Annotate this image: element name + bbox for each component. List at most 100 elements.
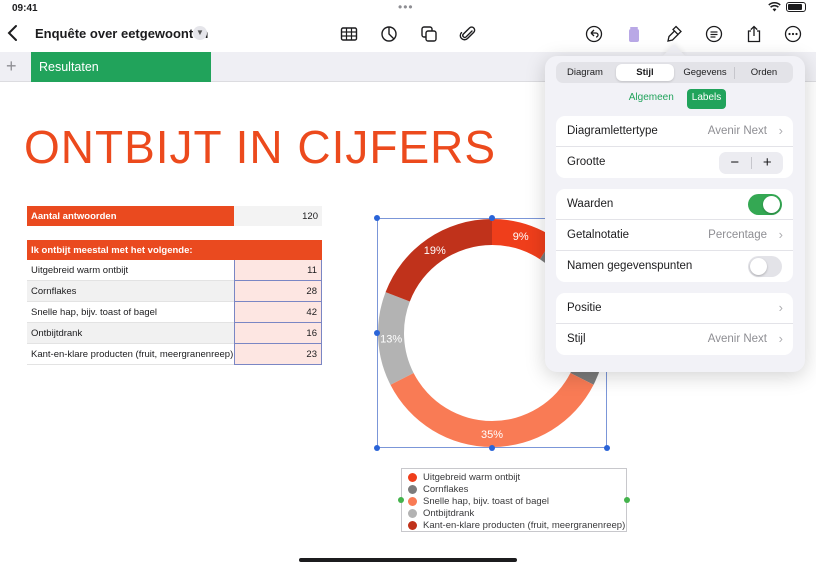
- toolbar: Enquête over eetgewoonten ▼: [0, 18, 816, 50]
- slice-label: 19%: [424, 245, 446, 257]
- font-size-row: Grootte − +: [556, 147, 793, 178]
- status-indicators: [768, 2, 806, 12]
- table-cell-label[interactable]: Cornflakes: [31, 286, 76, 297]
- subtab-labels[interactable]: Labels: [686, 89, 727, 109]
- add-sheet-button[interactable]: +: [6, 56, 17, 76]
- table-cell-label[interactable]: Uitgebreid warm ontbijt: [31, 265, 128, 276]
- subtab-algemeen[interactable]: Algemeen: [624, 89, 679, 109]
- wifi-icon: [768, 2, 781, 12]
- values-toggle[interactable]: [748, 194, 782, 215]
- label-style-row[interactable]: Stijl Avenir Next ›: [556, 324, 793, 355]
- page-heading: ONTBIJT IN CIJFERS: [24, 121, 497, 173]
- table-row[interactable]: Uitgebreid warm ontbijt 11: [27, 260, 322, 281]
- delete-button[interactable]: [624, 24, 644, 44]
- values-label: Waarden: [567, 198, 614, 210]
- table-cell-label[interactable]: Snelle hap, bijv. toast of bagel: [31, 307, 157, 318]
- decrease-size-button[interactable]: −: [719, 152, 751, 174]
- number-format-value: Percentage: [708, 229, 767, 241]
- position-settings-group: Positie › Stijl Avenir Next ›: [556, 293, 793, 355]
- table-cell-value[interactable]: 120: [234, 206, 322, 226]
- legend-swatch: [408, 472, 417, 482]
- back-button[interactable]: [6, 24, 24, 44]
- chevron-right-icon: ›: [778, 331, 783, 346]
- increase-size-button[interactable]: +: [752, 152, 784, 174]
- share-button[interactable]: [744, 24, 764, 44]
- table-row[interactable]: Cornflakes 28: [27, 281, 322, 302]
- resize-handle[interactable]: [374, 330, 380, 336]
- table-row[interactable]: Aantal antwoorden 120: [27, 206, 322, 226]
- undo-button[interactable]: [584, 24, 604, 44]
- chevron-right-icon: ›: [778, 123, 783, 138]
- battery-icon: [786, 2, 806, 12]
- table-cell-value[interactable]: 23: [234, 344, 322, 365]
- legend-label: Cornflakes: [423, 483, 469, 495]
- multitasking-dots[interactable]: •••: [398, 0, 414, 14]
- legend-item: Snelle hap, bijv. toast of bagel: [408, 495, 626, 507]
- donut-slice[interactable]: [385, 219, 492, 302]
- resize-handle[interactable]: [374, 215, 380, 221]
- style-subtabs: Algemeen Labels: [545, 89, 805, 109]
- legend-handle[interactable]: [398, 497, 404, 503]
- format-button[interactable]: [664, 24, 684, 44]
- point-names-toggle[interactable]: [748, 256, 782, 277]
- tab-gegevens[interactable]: Gegevens: [676, 62, 734, 83]
- tab-orden[interactable]: Orden: [735, 62, 793, 83]
- attach-button[interactable]: [458, 24, 478, 44]
- table-cell-value[interactable]: 16: [234, 323, 322, 344]
- legend-swatch: [408, 509, 417, 519]
- document-title[interactable]: Enquête over eetgewoonten: [35, 26, 208, 41]
- label-style-value: Avenir Next: [707, 333, 767, 345]
- shapes-button[interactable]: [419, 24, 439, 44]
- chart-legend[interactable]: Uitgebreid warm ontbijt Cornflakes Snell…: [401, 468, 627, 532]
- chart-font-row[interactable]: Diagramlettertype Avenir Next ›: [556, 116, 793, 147]
- position-row[interactable]: Positie ›: [556, 293, 793, 324]
- legend-swatch: [408, 521, 417, 531]
- comment-icon: [705, 25, 723, 43]
- tab-diagram[interactable]: Diagram: [556, 62, 614, 83]
- table-cell-label[interactable]: Kant-en-klare producten (fruit, meergran…: [31, 349, 233, 360]
- slice-label: 35%: [481, 429, 503, 441]
- table-button[interactable]: [339, 24, 359, 44]
- number-format-row[interactable]: Getalnotatie Percentage ›: [556, 220, 793, 251]
- sheet-tab[interactable]: Resultaten van...tbijtgewoonten: [31, 52, 211, 104]
- comment-button[interactable]: [704, 24, 724, 44]
- chart-font-label: Diagramlettertype: [567, 125, 658, 137]
- table-cell-label[interactable]: Ontbijtdrank: [31, 328, 82, 339]
- table-row[interactable]: Ontbijtdrank 16: [27, 323, 322, 344]
- breakfast-table[interactable]: Ik ontbijt meestal met het volgende: Uit…: [27, 240, 322, 365]
- undo-icon: [585, 25, 603, 43]
- legend-item: Uitgebreid warm ontbijt: [408, 471, 626, 483]
- table-cell-value[interactable]: 42: [234, 302, 322, 323]
- table-row[interactable]: Kant-en-klare producten (fruit, meergran…: [27, 344, 322, 365]
- chart-button[interactable]: [379, 24, 399, 44]
- point-names-row: Namen gegevenspunten: [556, 251, 793, 282]
- resize-handle[interactable]: [489, 215, 495, 221]
- more-button[interactable]: [783, 24, 803, 44]
- table-row[interactable]: Snelle hap, bijv. toast of bagel 42: [27, 302, 322, 323]
- resize-handle[interactable]: [604, 445, 610, 451]
- format-popover: Diagram Stijl Gegevens Orden Algemeen La…: [545, 56, 805, 372]
- point-names-label: Namen gegevenspunten: [567, 260, 693, 272]
- legend-swatch: [408, 484, 417, 494]
- resize-handle[interactable]: [489, 445, 495, 451]
- toggle-knob: [750, 258, 767, 275]
- chevron-right-icon: ›: [778, 300, 783, 315]
- summary-table[interactable]: Aantal antwoorden 120: [27, 206, 322, 226]
- paintbrush-icon: [667, 25, 682, 42]
- tab-stijl[interactable]: Stijl: [616, 64, 674, 81]
- table-cell-value[interactable]: 11: [234, 260, 322, 281]
- table-cell-value[interactable]: 28: [234, 281, 322, 302]
- table-cell-label[interactable]: Aantal antwoorden: [27, 206, 234, 226]
- table-header[interactable]: Ik ontbijt meestal met het volgende:: [27, 240, 322, 260]
- chart-font-value: Avenir Next: [707, 125, 767, 137]
- font-settings-group: Diagramlettertype Avenir Next › Grootte …: [556, 116, 793, 178]
- trash-icon: [629, 27, 639, 42]
- more-icon: [784, 25, 802, 43]
- resize-handle[interactable]: [374, 445, 380, 451]
- legend-item: Ontbijtdrank: [408, 508, 626, 520]
- legend-handle[interactable]: [624, 497, 630, 503]
- legend-label: Kant-en-klare producten (fruit, meergran…: [423, 520, 626, 532]
- chart-icon: [381, 26, 397, 42]
- home-indicator[interactable]: [299, 558, 517, 562]
- chevron-down-icon[interactable]: ▼: [193, 26, 207, 40]
